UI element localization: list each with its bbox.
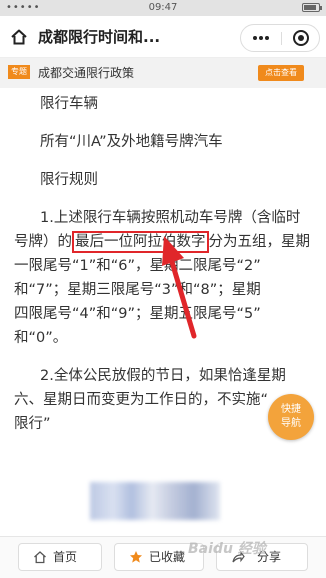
section-heading-rules: 限行规则 — [40, 172, 98, 188]
page-title: 成都限行时间和... — [38, 28, 161, 46]
more-dots-icon — [253, 36, 269, 40]
status-time: 09:47 — [148, 2, 178, 13]
annotation-arrow — [162, 236, 197, 339]
more-button[interactable] — [241, 25, 281, 51]
rule1-line2-pre: 号牌）的 — [14, 234, 72, 250]
rule2-line1: 2.全体公民放假的节日，如果恰逢星期 — [40, 368, 286, 384]
home-icon[interactable] — [10, 28, 28, 46]
favorite-label: 已收藏 — [149, 550, 186, 564]
topic-title: 成都交通限行政策 — [38, 66, 135, 80]
home-outline-icon — [34, 551, 46, 564]
vehicles-description: 所有“川A”及外地籍号牌汽车 — [40, 134, 223, 150]
topic-banner[interactable]: 专题 成都交通限行政策 点击查看 — [0, 58, 326, 88]
topic-badge: 专题 — [8, 65, 30, 79]
rule1-line1: 1.上述限行车辆按照机动车号牌（含临时 — [40, 210, 301, 226]
close-target-icon — [293, 30, 309, 46]
title-bar: 成都限行时间和... — [0, 16, 326, 58]
rule1-line2-post: 分为五组，星期 — [208, 234, 311, 250]
status-bar: ••••• 09:47 — [0, 0, 326, 16]
home-button[interactable]: 首页 — [18, 543, 102, 571]
bottom-action-bar: 首页 已收藏 分享 — [0, 536, 326, 578]
star-icon — [130, 551, 142, 563]
quick-nav-button[interactable]: 快捷 导航 — [268, 394, 314, 440]
view-topic-button[interactable]: 点击查看 — [258, 65, 304, 81]
mini-program-capsule — [240, 24, 320, 52]
section-heading-vehicles: 限行车辆 — [40, 96, 98, 112]
blurred-ad-image — [90, 482, 220, 520]
close-button[interactable] — [282, 25, 320, 51]
baidu-watermark: Baidu 经验 — [188, 541, 266, 557]
quick-nav-label-2: 导航 — [281, 418, 301, 429]
home-label: 首页 — [53, 550, 78, 564]
quick-nav-label-1: 快捷 — [281, 404, 301, 415]
battery-icon — [296, 3, 322, 13]
